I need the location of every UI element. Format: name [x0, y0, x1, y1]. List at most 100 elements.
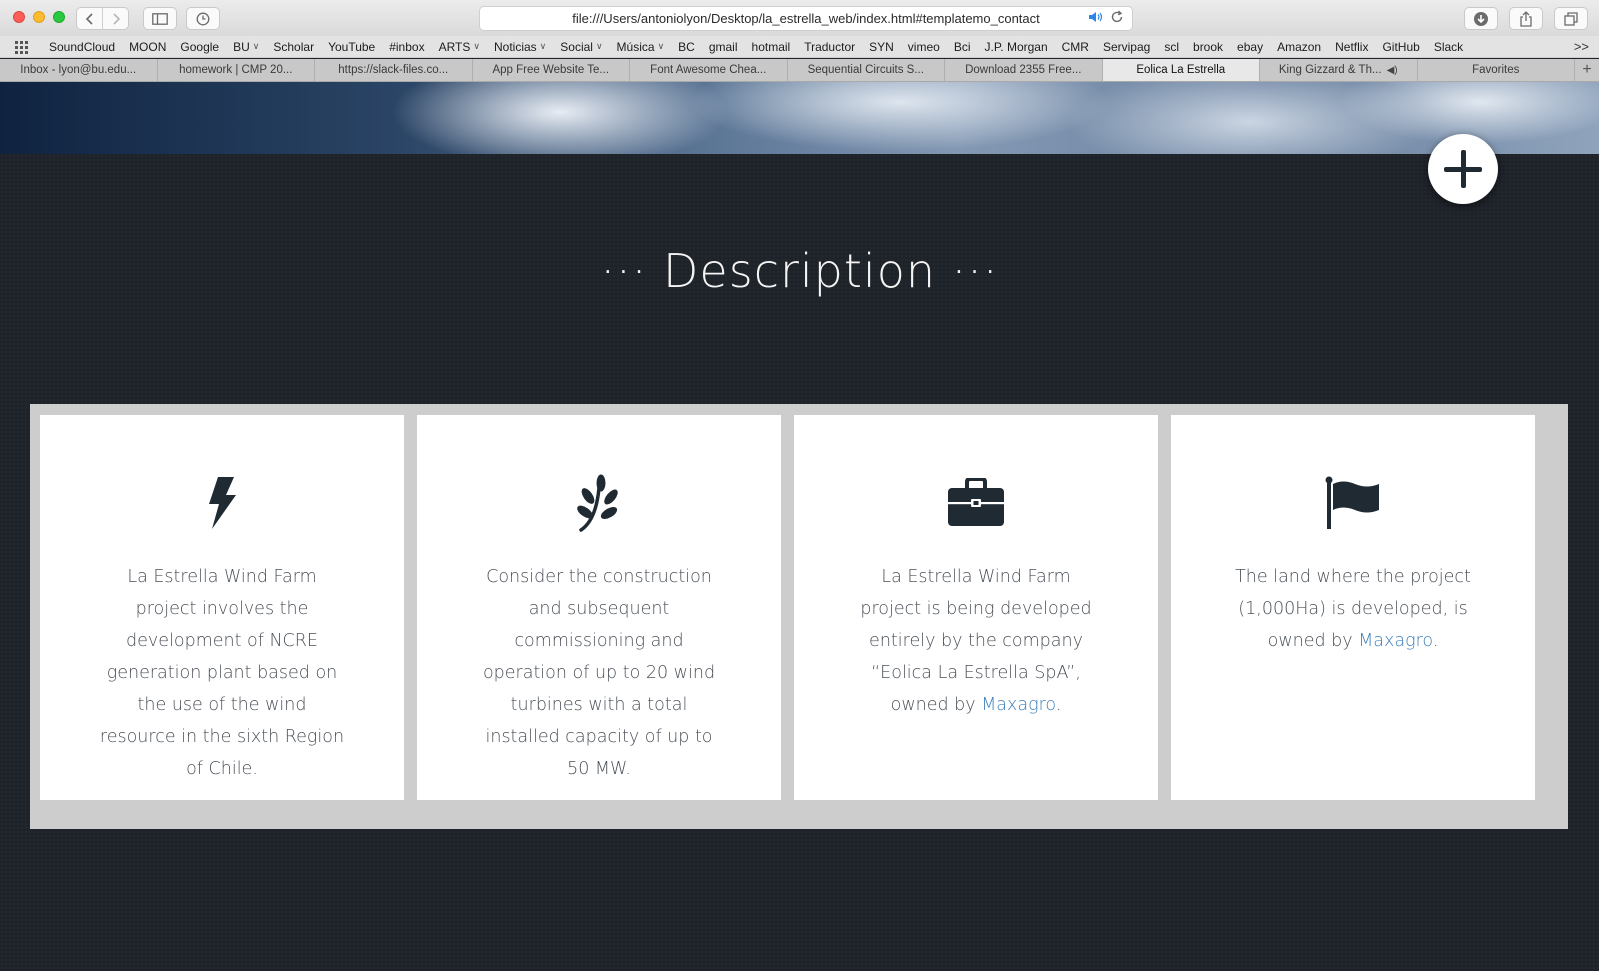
bookmark-item[interactable]: Música ∨	[610, 40, 672, 54]
navigation-buttons	[76, 7, 129, 30]
speaker-icon[interactable]	[1088, 10, 1104, 27]
bookmark-label: ebay	[1237, 39, 1264, 54]
bookmark-item[interactable]: Slack	[1427, 40, 1470, 54]
chevron-down-icon: ∨	[595, 41, 603, 51]
card-text: La Estrella Wind Farm project is being d…	[851, 561, 1101, 721]
bookmark-item[interactable]: J.P. Morgan	[977, 40, 1054, 54]
address-bar[interactable]: file:///Users/antoniolyon/Desktop/la_est…	[479, 6, 1133, 31]
tab-title: King Gizzard & Th...	[1278, 64, 1382, 76]
card-text: The land where the project (1,000Ha) is …	[1228, 561, 1478, 657]
chevron-down-icon: ∨	[473, 41, 480, 51]
forward-button[interactable]	[102, 8, 128, 29]
briefcase-icon	[944, 475, 1008, 531]
maxagro-link[interactable]: Maxagro	[981, 695, 1056, 715]
bookmark-item[interactable]: hotmail	[745, 40, 798, 54]
card-body-text: Consider the construction and subsequent…	[482, 567, 716, 779]
bookmark-item[interactable]: BC	[671, 40, 702, 54]
bookmark-item[interactable]: CMR	[1055, 40, 1096, 54]
bookmark-item[interactable]: Bci	[947, 40, 978, 54]
browser-tab[interactable]: Font Awesome Chea...	[630, 59, 788, 81]
bookmark-item[interactable]: brook	[1186, 40, 1230, 54]
reload-icon[interactable]	[1110, 10, 1124, 27]
bookmark-item[interactable]: SYN	[862, 40, 901, 54]
browser-tab[interactable]: App Free Website Te...	[473, 59, 630, 81]
bookmark-label: Bci	[953, 39, 971, 54]
description-card: The land where the project (1,000Ha) is …	[1171, 415, 1535, 800]
tab-title: Favorites	[1472, 64, 1520, 76]
tab-title: Eolica La Estrella	[1136, 64, 1226, 76]
bookmark-label: BU	[233, 39, 250, 54]
bookmark-item[interactable]: Traductor	[797, 40, 862, 54]
bookmark-label: vimeo	[907, 39, 940, 54]
tab-title: https://slack-files.co...	[338, 64, 449, 76]
tab-title: App Free Website Te...	[492, 64, 610, 76]
tab-overview-button[interactable]	[1554, 7, 1588, 30]
close-window-button[interactable]	[13, 11, 25, 23]
bookmark-label: MOON	[129, 39, 167, 54]
plus-menu-button[interactable]	[1428, 134, 1498, 204]
card-suffix: .	[1432, 631, 1439, 651]
bookmark-label: Google	[180, 39, 220, 54]
bookmark-item[interactable]: Social ∨	[553, 40, 609, 54]
bookmark-item[interactable]: Servipag	[1096, 40, 1157, 54]
bookmark-item[interactable]: scl	[1157, 40, 1186, 54]
browser-tab[interactable]: homework | CMP 20...	[158, 59, 315, 81]
browser-tab[interactable]: Download 2355 Free...	[945, 59, 1103, 81]
clock-icon	[196, 12, 210, 25]
download-icon	[1474, 11, 1488, 26]
bookmark-item[interactable]: YouTube	[321, 40, 382, 54]
browser-tab[interactable]: Eolica La Estrella	[1102, 59, 1260, 81]
bookmark-label: Scholar	[273, 39, 315, 54]
apps-grid-icon[interactable]	[12, 36, 42, 58]
bookmark-label: Amazon	[1277, 39, 1322, 54]
sidebar-button[interactable]	[143, 7, 177, 30]
card-body-text: La Estrella Wind Farm project involves t…	[99, 567, 345, 779]
back-button[interactable]	[77, 8, 102, 29]
bookmark-item[interactable]: Netflix	[1328, 40, 1375, 54]
browser-tab[interactable]: Favorites	[1418, 59, 1575, 81]
maxagro-link[interactable]: Maxagro	[1358, 631, 1433, 651]
browser-tab[interactable]: Inbox - lyon@bu.edu...	[0, 59, 158, 81]
hero-sky-banner	[0, 82, 1599, 154]
bookmark-item[interactable]: vimeo	[901, 40, 947, 54]
bookmark-item[interactable]: SoundCloud	[42, 40, 122, 54]
tab-title: Inbox - lyon@bu.edu...	[20, 64, 137, 76]
browser-tab[interactable]: Sequential Circuits S...	[788, 59, 945, 81]
bookmark-label: brook	[1193, 39, 1224, 54]
description-card: La Estrella Wind Farm project involves t…	[40, 415, 404, 800]
speaker-icon[interactable]: ◀)	[1387, 65, 1398, 76]
bookmarks-bar: SoundCloud MOON Google BU ∨ Scholar YouTube #in…	[0, 36, 1599, 58]
bookmark-item[interactable]: ARTS ∨	[432, 40, 487, 54]
browser-tab[interactable]: https://slack-files.co...	[315, 59, 473, 81]
browser-tab[interactable]: King Gizzard & Th... ◀)	[1260, 59, 1418, 81]
share-button[interactable]	[1509, 7, 1543, 30]
bookmark-item[interactable]: MOON	[122, 40, 173, 54]
bookmark-item[interactable]: Amazon	[1270, 40, 1328, 54]
bookmark-item[interactable]: Scholar	[266, 40, 321, 54]
bookmark-item[interactable]: BU ∨	[226, 40, 266, 54]
flag-icon	[1321, 475, 1385, 531]
bookmark-label: Servipag	[1102, 39, 1151, 54]
bookmark-item[interactable]: ebay	[1230, 40, 1270, 54]
bookmark-item[interactable]: #inbox	[382, 40, 431, 54]
history-button[interactable]	[186, 7, 220, 30]
new-tab-button[interactable]: +	[1575, 59, 1599, 81]
bookmark-item[interactable]: GitHub	[1375, 40, 1426, 54]
web-page: ··· Description ··· La Estrella Wind Far…	[0, 82, 1599, 971]
chevron-left-icon	[85, 12, 93, 25]
tabs-icon	[1564, 11, 1578, 26]
downloads-button[interactable]	[1464, 7, 1498, 30]
bookmark-item[interactable]: Google	[173, 40, 226, 54]
bookmarks-overflow-button[interactable]: >>	[1574, 39, 1589, 54]
tab-title: Sequential Circuits S...	[807, 64, 924, 76]
chevron-down-icon: ∨	[252, 41, 260, 51]
card-suffix: .	[1055, 695, 1062, 715]
chevron-down-icon: ∨	[657, 41, 665, 51]
zoom-window-button[interactable]	[53, 11, 65, 23]
bookmark-label: Social	[560, 39, 593, 54]
bookmark-item[interactable]: gmail	[702, 40, 745, 54]
minimize-window-button[interactable]	[33, 11, 45, 23]
bookmark-item[interactable]: Noticias ∨	[487, 40, 553, 54]
bookmark-label: Noticias	[493, 39, 537, 54]
bookmark-label: J.P. Morgan	[984, 39, 1048, 54]
